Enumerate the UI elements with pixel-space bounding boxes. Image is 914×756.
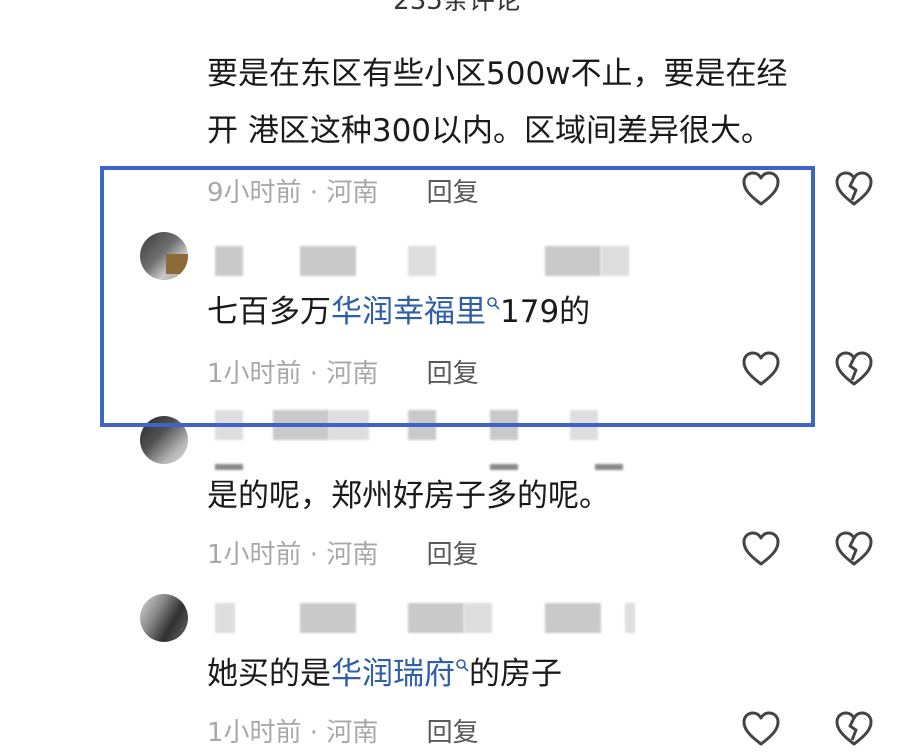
comment-text-plain: 的房子 — [469, 656, 562, 692]
place-link[interactable]: 华润幸福里 — [331, 294, 486, 330]
avatar[interactable] — [140, 416, 188, 464]
comment-text-plain: 她买的是 — [207, 656, 331, 692]
comment-location: 河南 — [326, 540, 379, 570]
comment-text: 是的呢，郑州好房子多的呢。 — [207, 478, 610, 514]
comment-time: 9小时前 — [207, 178, 302, 208]
comment-text: 七百多万华润幸福里 179的 — [207, 284, 590, 341]
comment-text-line: 开 港区这种300以内。区域间差异很大。 — [207, 113, 773, 149]
nickname-blurred[interactable] — [215, 246, 635, 276]
reply-button[interactable]: 回复 — [427, 540, 479, 570]
comment-text-plain: 七百多万 — [207, 294, 331, 330]
meta-separator: · — [301, 178, 327, 208]
comment-text-plain: 179的 — [500, 294, 591, 330]
nickname-blurred[interactable] — [215, 603, 635, 633]
comment-time: 1小时前 — [207, 540, 302, 570]
comment-meta: 1小时前 · 河南 回复 — [207, 353, 479, 390]
reply-button[interactable]: 回复 — [427, 178, 479, 208]
broken-heart-icon[interactable] — [834, 710, 874, 748]
meta-separator: · — [301, 540, 327, 570]
heart-outline-icon[interactable] — [741, 350, 781, 388]
reply-button[interactable]: 回复 — [427, 718, 479, 748]
comment-location: 河南 — [326, 178, 379, 208]
nickname-blurred[interactable] — [215, 410, 635, 440]
comment-meta: 9小时前 · 河南 回复 — [207, 172, 479, 209]
heart-outline-icon[interactable] — [741, 170, 781, 208]
meta-separator: · — [301, 718, 327, 748]
comment-time: 1小时前 — [207, 718, 302, 748]
comment-text-line: 要是在东区有些小区500w不止，要是在经 — [207, 56, 788, 92]
heart-outline-icon[interactable] — [741, 710, 781, 748]
meta-separator: · — [301, 359, 327, 389]
search-icon[interactable] — [486, 296, 500, 310]
comment-location: 河南 — [326, 718, 379, 748]
avatar[interactable] — [140, 594, 188, 642]
avatar-photo-patch — [166, 254, 188, 274]
comments-header: 235条评论 — [0, 0, 914, 14]
place-link[interactable]: 华润瑞府 — [331, 656, 455, 692]
comment-text: 她买的是华润瑞府 的房子 — [207, 646, 562, 703]
reply-button[interactable]: 回复 — [427, 359, 479, 389]
comment-time: 1小时前 — [207, 359, 302, 389]
broken-heart-icon[interactable] — [834, 350, 874, 388]
comment-meta: 1小时前 · 河南 回复 — [207, 712, 479, 749]
search-icon[interactable] — [455, 658, 469, 672]
avatar[interactable] — [140, 232, 188, 280]
broken-heart-icon[interactable] — [834, 530, 874, 568]
comment-location: 河南 — [326, 359, 379, 389]
heart-outline-icon[interactable] — [741, 530, 781, 568]
comment-text: 要是在东区有些小区500w不止，要是在经 开 港区这种300以内。区域间差异很大… — [207, 46, 788, 160]
comment-meta: 1小时前 · 河南 回复 — [207, 534, 479, 571]
broken-heart-icon[interactable] — [834, 170, 874, 208]
comments-count-title: 235条评论 — [0, 0, 914, 14]
